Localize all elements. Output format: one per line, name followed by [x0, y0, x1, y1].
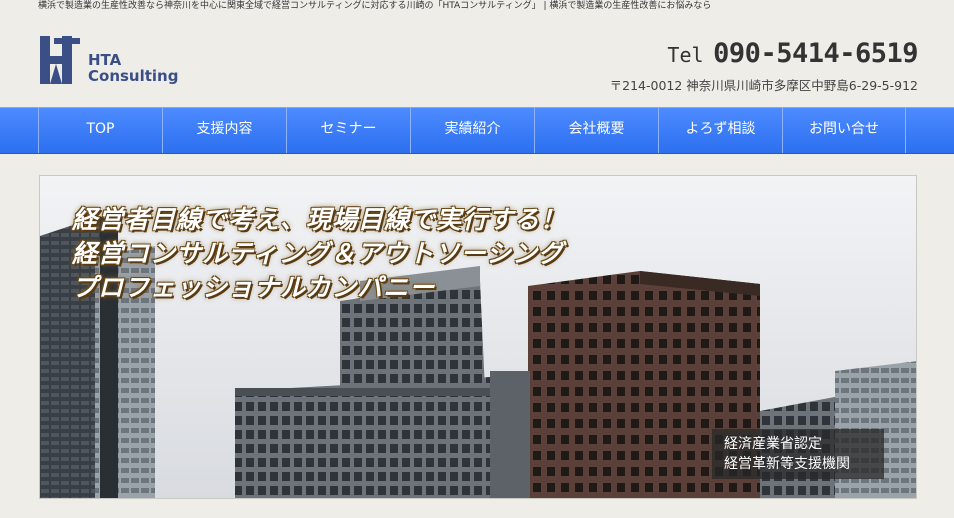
- nav-item-consultation[interactable]: よろず相談: [658, 108, 782, 153]
- nav-item-contact[interactable]: お問い合せ: [782, 108, 906, 153]
- main-nav: TOP 支援内容 セミナー 実績紹介 会社概要 よろず相談 お問い合せ: [0, 107, 954, 154]
- top-banner-text: 横浜で製造業の生産性改善なら神奈川を中心に関東全域で経営コンサルティングに対応す…: [38, 1, 712, 11]
- hta-logo-mark-icon: [40, 36, 80, 84]
- phone-number[interactable]: Tel 090-5414-6519: [667, 38, 918, 69]
- site-logo[interactable]: HTA Consulting: [40, 36, 185, 86]
- tel-label: Tel: [667, 43, 704, 67]
- hero-banner: 経営者目線で考え、現場目線で実行する！ 経営コンサルティング＆アウトソーシング …: [39, 175, 917, 499]
- nav-item-services[interactable]: 支援内容: [162, 108, 286, 153]
- certification-badge: 経済産業省認定 経営革新等支援機関: [712, 429, 884, 479]
- nav-item-top[interactable]: TOP: [38, 108, 162, 153]
- badge-line1: 経済産業省認定: [724, 436, 822, 452]
- logo-text: HTA Consulting: [88, 52, 178, 84]
- slogan-line2: 経営コンサルティング＆アウトソーシング: [72, 239, 565, 268]
- logo-line1: HTA: [88, 51, 122, 69]
- nav-item-seminar[interactable]: セミナー: [286, 108, 410, 153]
- logo-line2: Consulting: [88, 67, 179, 85]
- hero-slogan: 経営者目線で考え、現場目線で実行する！ 経営コンサルティング＆アウトソーシング …: [72, 203, 566, 305]
- slogan-line1: 経営者目線で考え、現場目線で実行する！: [72, 205, 567, 234]
- company-address: 〒214-0012 神奈川県川崎市多摩区中野島6-29-5-912: [609, 78, 918, 93]
- tel-number: 090-5414-6519: [713, 38, 918, 69]
- site-header: HTA Consulting Tel 090-5414-6519 〒214-00…: [0, 14, 954, 106]
- nav-item-results[interactable]: 実績紹介: [410, 108, 534, 153]
- nav-item-company[interactable]: 会社概要: [534, 108, 658, 153]
- badge-line2: 経営革新等支援機関: [724, 456, 850, 472]
- slogan-line3: プロフェッショナルカンパニー: [72, 273, 436, 302]
